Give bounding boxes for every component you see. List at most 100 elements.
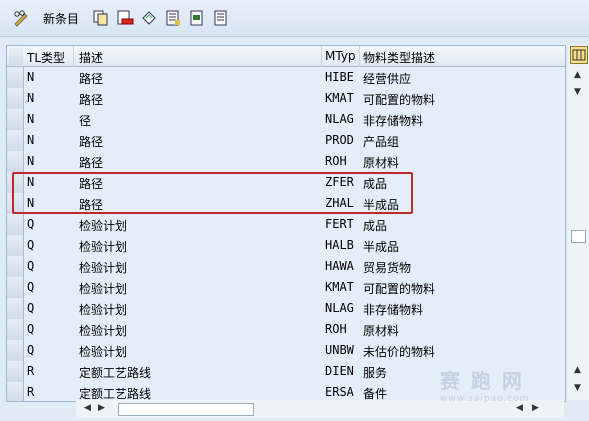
highlight-box: [12, 172, 413, 214]
display-change-button[interactable]: [12, 8, 30, 28]
cell-material-type-description: 服务: [363, 366, 388, 380]
cell-tl-type: Q: [27, 238, 35, 252]
cell-tl-type: N: [27, 133, 35, 147]
cell-material-type-description: 未估价的物料: [363, 345, 436, 359]
cell-tl-type: Q: [27, 343, 35, 357]
table-row[interactable]: Q 检验计划 HALB 半成品: [7, 235, 565, 257]
scroll-up-icon[interactable]: ▲: [574, 365, 581, 375]
column-header-material-type-description[interactable]: 物料类型描述: [363, 49, 435, 66]
undo-icon: [142, 11, 156, 25]
row-selector[interactable]: [7, 277, 24, 298]
table-config-icon: [572, 49, 586, 61]
cell-description: 定额工艺路线: [79, 366, 152, 380]
cell-description: 径: [79, 114, 92, 128]
scroll-down-icon[interactable]: ▼: [574, 383, 581, 393]
cell-tl-type: Q: [27, 280, 35, 294]
copy-button[interactable]: [92, 8, 110, 28]
cell-description: 检验计划: [79, 219, 128, 233]
cell-description: 检验计划: [79, 324, 128, 338]
new-entries-label: 新条目: [43, 11, 80, 26]
row-selector[interactable]: [7, 151, 24, 172]
column-header-tl-type[interactable]: TL类型: [27, 49, 65, 66]
table-row[interactable]: Q 检验计划 ROH 原材料: [7, 319, 565, 341]
cell-mtyp: ERSA: [325, 385, 354, 399]
select-block-icon: [190, 10, 203, 26]
cell-mtyp: HAWA: [325, 259, 354, 273]
cell-mtyp: ROH: [325, 322, 347, 336]
cell-tl-type: Q: [27, 217, 35, 231]
cell-material-type-description: 原材料: [363, 156, 400, 170]
cell-tl-type: N: [27, 112, 35, 126]
cell-mtyp: NLAG: [325, 112, 354, 126]
table-row[interactable]: N 路径 KMAT 可配置的物料: [7, 88, 565, 110]
row-selector[interactable]: [7, 235, 24, 256]
row-selector[interactable]: [7, 340, 24, 361]
deselect-all-button[interactable]: [212, 8, 230, 28]
table-row[interactable]: Q 检验计划 NLAG 非存储物料: [7, 298, 565, 320]
cell-tl-type: R: [27, 364, 35, 378]
column-config-button[interactable]: [570, 46, 588, 64]
row-selector[interactable]: [7, 67, 24, 88]
select-all-rows-cell[interactable]: [9, 47, 23, 65]
cell-tl-type: N: [27, 154, 35, 168]
table-header: TL类型 描述 MTyp 物料类型描述: [7, 46, 565, 67]
table-row[interactable]: Q 检验计划 UNBW 未估价的物料: [7, 340, 565, 362]
table-row[interactable]: Q 检验计划 HAWA 贸易货物: [7, 256, 565, 278]
cell-tl-type: Q: [27, 322, 35, 336]
new-entries-button[interactable]: 新条目: [40, 8, 79, 28]
row-selector[interactable]: [7, 298, 24, 319]
cell-description: 路径: [79, 93, 104, 107]
copy-icon: [93, 10, 108, 26]
cell-mtyp: KMAT: [325, 91, 354, 105]
cell-material-type-description: 非存储物料: [363, 303, 424, 317]
cell-mtyp: HALB: [325, 238, 354, 252]
vertical-scroll-thumb[interactable]: [571, 230, 586, 243]
select-all-icon: [166, 10, 180, 26]
row-selector[interactable]: [7, 319, 24, 340]
select-block-button[interactable]: [188, 8, 206, 28]
row-selector[interactable]: [7, 382, 24, 401]
cell-material-type-description: 贸易货物: [363, 261, 412, 275]
cell-description: 检验计划: [79, 240, 128, 254]
cell-mtyp: ROH: [325, 154, 347, 168]
column-header-mtyp[interactable]: MTyp: [325, 49, 356, 63]
scroll-last-icon[interactable]: ▶: [532, 403, 539, 413]
row-selector[interactable]: [7, 361, 24, 382]
scroll-right-icon[interactable]: ▶: [98, 403, 105, 413]
undo-button[interactable]: [140, 8, 158, 28]
horizontal-scroll-thumb[interactable]: [118, 403, 254, 416]
row-selector[interactable]: [7, 256, 24, 277]
row-selector[interactable]: [7, 214, 24, 235]
scroll-up-icon[interactable]: ▲: [574, 70, 581, 80]
cell-material-type-description: 产品组: [363, 135, 400, 149]
cell-tl-type: Q: [27, 301, 35, 315]
cell-description: 路径: [79, 135, 104, 149]
row-selector[interactable]: [7, 130, 24, 151]
row-selector[interactable]: [7, 88, 24, 109]
cell-description: 检验计划: [79, 261, 128, 275]
delete-button[interactable]: [116, 8, 134, 28]
scroll-left-icon[interactable]: ◀: [516, 403, 523, 413]
cell-mtyp: FERT: [325, 217, 354, 231]
column-header-description[interactable]: 描述: [79, 49, 103, 66]
row-selector[interactable]: [7, 109, 24, 130]
vertical-scrollbar[interactable]: ▲ ▼ ▲ ▼: [568, 45, 589, 400]
table-row[interactable]: Q 检验计划 KMAT 可配置的物料: [7, 277, 565, 299]
table-row[interactable]: Q 检验计划 FERT 成品: [7, 214, 565, 236]
cell-tl-type: N: [27, 91, 35, 105]
deselect-icon: [214, 10, 227, 26]
cell-material-type-description: 非存储物料: [363, 114, 424, 128]
table-row[interactable]: N 路径 HIBE 经营供应: [7, 67, 565, 89]
select-all-button[interactable]: [164, 8, 182, 28]
cell-description: 路径: [79, 72, 104, 86]
table-row[interactable]: N 径 NLAG 非存储物料: [7, 109, 565, 131]
table-row[interactable]: N 路径 PROD 产品组: [7, 130, 565, 152]
pencil-glasses-icon: [14, 10, 28, 27]
scroll-first-icon[interactable]: ◀: [84, 403, 91, 413]
scroll-down-icon[interactable]: ▼: [574, 87, 581, 97]
table-row[interactable]: N 路径 ROH 原材料: [7, 151, 565, 173]
cell-material-type-description: 原材料: [363, 324, 400, 338]
cell-tl-type: Q: [27, 259, 35, 273]
application-toolbar: 新条目: [0, 0, 589, 37]
cell-material-type-description: 半成品: [363, 240, 400, 254]
